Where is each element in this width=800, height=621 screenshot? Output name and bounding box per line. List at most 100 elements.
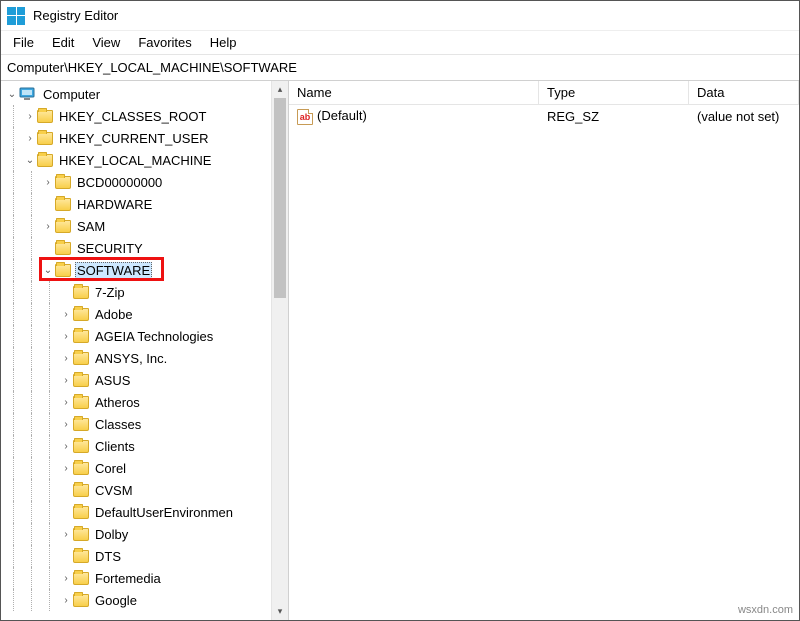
expand-icon[interactable]: ›: [41, 221, 55, 232]
tree-item[interactable]: › Dolby: [1, 523, 288, 545]
tree-item[interactable]: › ASUS: [1, 369, 288, 391]
main-area: ⌄Computer›HKEY_CLASSES_ROOT›HKEY_CURRENT…: [1, 81, 799, 620]
folder-icon: [73, 330, 89, 343]
folder-icon: [55, 198, 71, 211]
list-pane: Name Type Data ab(Default)REG_SZ(value n…: [289, 81, 799, 620]
menu-view[interactable]: View: [84, 33, 128, 52]
expand-icon[interactable]: ›: [59, 573, 73, 584]
menu-bar: File Edit View Favorites Help: [1, 31, 799, 55]
tree-item[interactable]: ›HKEY_CLASSES_ROOT: [1, 105, 288, 127]
column-header-name[interactable]: Name: [289, 81, 539, 104]
folder-icon: [55, 264, 71, 277]
tree-label: DefaultUserEnvironmen: [93, 504, 235, 521]
expand-icon[interactable]: ›: [59, 463, 73, 474]
expander-placeholder: ·: [59, 507, 73, 518]
collapse-icon[interactable]: ⌄: [23, 155, 37, 166]
column-header-data[interactable]: Data: [689, 81, 799, 104]
expand-icon[interactable]: ›: [59, 397, 73, 408]
tree-item[interactable]: › AGEIA Technologies: [1, 325, 288, 347]
folder-icon: [73, 308, 89, 321]
tree-label: Classes: [93, 416, 143, 433]
tree-label: HKEY_CURRENT_USER: [57, 130, 211, 147]
tree-label: ANSYS, Inc.: [93, 350, 169, 367]
menu-edit[interactable]: Edit: [44, 33, 82, 52]
expand-icon[interactable]: ›: [23, 111, 37, 122]
tree-item[interactable]: ⌄ SOFTWARE: [1, 259, 288, 281]
tree-item[interactable]: › Atheros: [1, 391, 288, 413]
tree-item[interactable]: ·DTS: [1, 545, 288, 567]
tree-item[interactable]: › HKEY_CURRENT_USER: [1, 127, 288, 149]
tree-item[interactable]: › ANSYS, Inc.: [1, 347, 288, 369]
list-row[interactable]: ab(Default)REG_SZ(value not set): [289, 105, 799, 127]
column-header-type[interactable]: Type: [539, 81, 689, 104]
expander-placeholder: ·: [41, 199, 55, 210]
expand-icon[interactable]: ›: [59, 441, 73, 452]
app-icon: [7, 7, 25, 25]
folder-icon: [73, 352, 89, 365]
tree-item[interactable]: · HARDWARE: [1, 193, 288, 215]
folder-icon: [37, 154, 53, 167]
list-body: ab(Default)REG_SZ(value not set): [289, 105, 799, 127]
tree-label: BCD00000000: [75, 174, 164, 191]
folder-icon: [55, 220, 71, 233]
collapse-icon[interactable]: ⌄: [41, 265, 55, 276]
menu-file[interactable]: File: [5, 33, 42, 52]
expand-icon[interactable]: ›: [59, 529, 73, 540]
tree-label: 7-Zip: [93, 284, 127, 301]
folder-icon: [37, 132, 53, 145]
folder-icon: [73, 594, 89, 607]
menu-help[interactable]: Help: [202, 33, 245, 52]
expand-icon[interactable]: ›: [59, 375, 73, 386]
tree-label: Atheros: [93, 394, 142, 411]
tree-item[interactable]: › Classes: [1, 413, 288, 435]
tree-label: DTS: [93, 548, 123, 565]
folder-icon: [73, 418, 89, 431]
expand-icon[interactable]: ›: [23, 133, 37, 144]
window-title: Registry Editor: [33, 8, 118, 23]
scroll-down-icon[interactable]: ▾: [272, 603, 288, 620]
tree-label: ASUS: [93, 372, 132, 389]
tree-item[interactable]: ·SECURITY: [1, 237, 288, 259]
tree-item[interactable]: ›Clients: [1, 435, 288, 457]
menu-favorites[interactable]: Favorites: [130, 33, 199, 52]
tree-item[interactable]: › BCD00000000: [1, 171, 288, 193]
tree-item[interactable]: ⌄ HKEY_LOCAL_MACHINE: [1, 149, 288, 171]
address-bar: [1, 55, 799, 81]
tree-item[interactable]: ›Fortemedia: [1, 567, 288, 589]
expand-icon[interactable]: ›: [59, 353, 73, 364]
tree-item[interactable]: ›SAM: [1, 215, 288, 237]
tree-label: HARDWARE: [75, 196, 154, 213]
collapse-icon[interactable]: ⌄: [5, 89, 19, 100]
tree-item[interactable]: ·CVSM: [1, 479, 288, 501]
expand-icon[interactable]: ›: [59, 309, 73, 320]
tree-item[interactable]: ›Adobe: [1, 303, 288, 325]
tree-pane: ⌄Computer›HKEY_CLASSES_ROOT›HKEY_CURRENT…: [1, 81, 289, 620]
tree-root[interactable]: ⌄Computer: [1, 83, 288, 105]
tree-item[interactable]: ›Google: [1, 589, 288, 611]
expand-icon[interactable]: ›: [59, 595, 73, 606]
value-type-cell: REG_SZ: [539, 109, 689, 124]
expand-icon[interactable]: ›: [41, 177, 55, 188]
tree-label: HKEY_LOCAL_MACHINE: [57, 152, 213, 169]
scroll-thumb[interactable]: [274, 98, 286, 298]
tree-item[interactable]: ·7-Zip: [1, 281, 288, 303]
computer-icon: [19, 87, 37, 101]
tree-label: SOFTWARE: [75, 262, 152, 279]
tree-item[interactable]: · DefaultUserEnvironmen: [1, 501, 288, 523]
folder-icon: [73, 396, 89, 409]
tree-view[interactable]: ⌄Computer›HKEY_CLASSES_ROOT›HKEY_CURRENT…: [1, 81, 288, 620]
expand-icon[interactable]: ›: [59, 331, 73, 342]
folder-icon: [55, 176, 71, 189]
expander-placeholder: ·: [59, 485, 73, 496]
expand-icon[interactable]: ›: [59, 419, 73, 430]
tree-scrollbar[interactable]: ▴ ▾: [271, 81, 288, 620]
folder-icon: [73, 462, 89, 475]
tree-label: Corel: [93, 460, 128, 477]
tree-item[interactable]: › Corel: [1, 457, 288, 479]
tree-label: Dolby: [93, 526, 130, 543]
expander-placeholder: ·: [41, 243, 55, 254]
folder-icon: [73, 506, 89, 519]
tree-label: AGEIA Technologies: [93, 328, 215, 345]
address-input[interactable]: [5, 59, 795, 76]
scroll-up-icon[interactable]: ▴: [272, 81, 288, 98]
